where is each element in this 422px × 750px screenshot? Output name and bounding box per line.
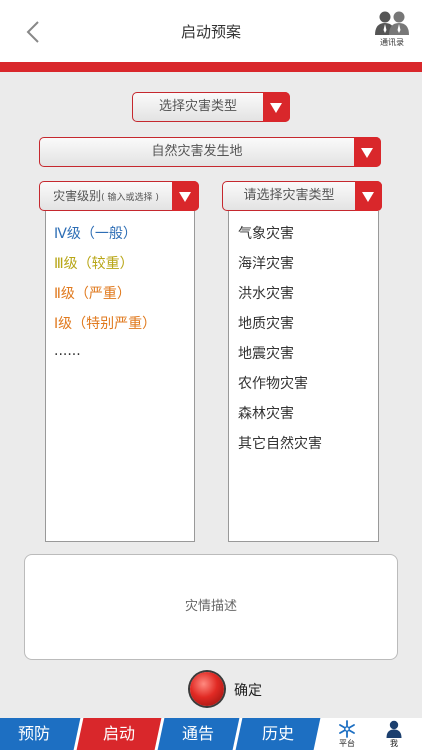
category-list: 气象灾害 海洋灾害 洪水灾害 地质灾害 地震灾害 农作物灾害 森林灾害 其它自然…	[228, 211, 379, 542]
dropdown-arrow-icon[interactable]	[263, 92, 290, 122]
level-item[interactable]: Ⅰ级（特别严重）	[54, 313, 156, 333]
level-item[interactable]: Ⅱ级（严重）	[54, 283, 131, 303]
category-item[interactable]: 洪水灾害	[238, 283, 294, 303]
tab-label: 通告	[182, 724, 215, 743]
level-value: 灾害级别( 输入或选择 )	[40, 182, 172, 210]
description-input[interactable]: 灾情描述	[24, 554, 398, 660]
disaster-type-select[interactable]: 选择灾害类型	[132, 92, 290, 122]
tab-label: 启动	[102, 724, 135, 743]
level-list: Ⅳ级（一般） Ⅲ级（较重） Ⅱ级（严重） Ⅰ级（特别严重） ......	[45, 211, 195, 542]
contacts-icon	[375, 11, 409, 35]
contacts-button[interactable]: 通讯录	[370, 10, 414, 56]
level-select[interactable]: 灾害级别( 输入或选择 )	[39, 181, 199, 211]
page-title: 启动预案	[180, 23, 241, 41]
header-divider	[0, 62, 422, 72]
user-icon	[386, 720, 402, 738]
tab-bar: 预防 启动 通告 历史 平台 我	[0, 718, 422, 750]
category-item[interactable]: 地质灾害	[238, 313, 294, 333]
contacts-label: 通讯录	[380, 38, 404, 47]
platform-label: 平台	[339, 739, 355, 748]
confirm-label: 确定	[234, 683, 262, 699]
level-hint: ( 输入或选择 )	[101, 193, 159, 203]
level-item[interactable]: Ⅲ级（较重）	[54, 253, 134, 273]
category-item[interactable]: 地震灾害	[238, 343, 294, 363]
category-select[interactable]: 请选择灾害类型	[222, 181, 382, 211]
tab-label: 历史	[261, 724, 294, 743]
category-value: 请选择灾害类型	[243, 188, 335, 203]
dropdown-arrow-icon[interactable]	[355, 181, 382, 211]
category-item[interactable]: 其它自然灾害	[238, 433, 322, 453]
dropdown-arrow-icon[interactable]	[172, 181, 199, 211]
level-item[interactable]: Ⅳ级（一般）	[54, 223, 137, 243]
header: 启动预案 通讯录	[0, 0, 422, 62]
category-item[interactable]: 气象灾害	[238, 223, 294, 243]
tab-notice[interactable]: 通告	[157, 718, 240, 750]
location-select[interactable]: 自然灾害发生地	[39, 137, 381, 167]
snowflake-icon	[339, 720, 355, 738]
tab-launch[interactable]: 启动	[76, 718, 162, 750]
platform-button[interactable]: 平台	[330, 720, 364, 749]
location-value: 自然灾害发生地	[151, 144, 243, 159]
tab-prevention[interactable]: 预防	[0, 718, 81, 750]
me-label: 我	[390, 739, 398, 748]
category-item[interactable]: 森林灾害	[238, 403, 294, 423]
level-label: 灾害级别	[53, 189, 102, 203]
confirm-icon[interactable]	[190, 672, 224, 706]
category-item[interactable]: 海洋灾害	[238, 253, 294, 273]
tab-history[interactable]: 历史	[235, 718, 321, 750]
level-item[interactable]: ......	[54, 343, 81, 359]
me-button[interactable]: 我	[382, 720, 406, 749]
tab-label: 预防	[18, 724, 51, 743]
category-item[interactable]: 农作物灾害	[238, 373, 308, 393]
dropdown-arrow-icon[interactable]	[354, 137, 381, 167]
disaster-type-value: 选择灾害类型	[158, 99, 237, 114]
